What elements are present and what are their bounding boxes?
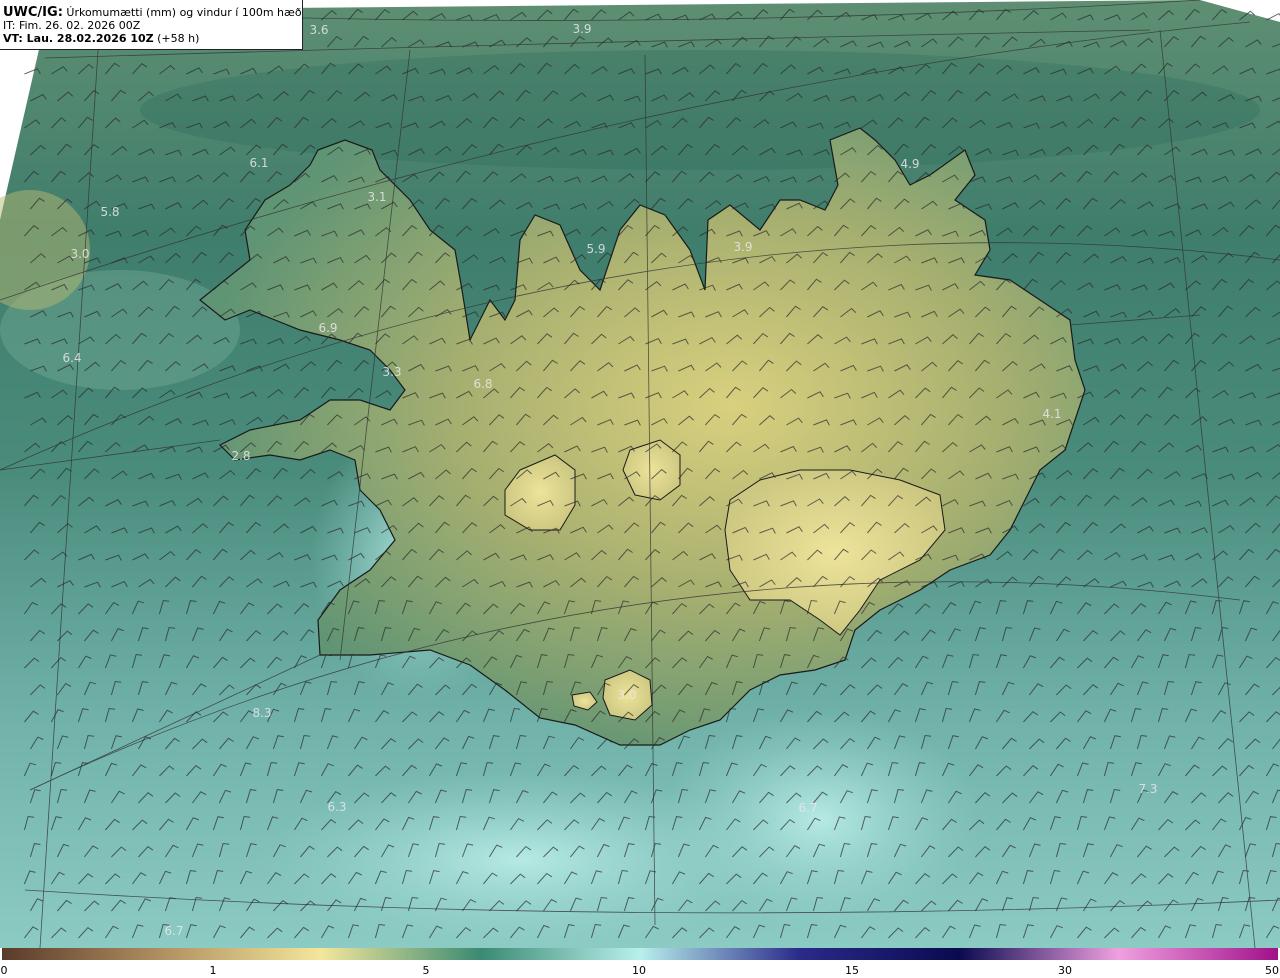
precip-value-label: 4.9: [900, 157, 919, 171]
wind-barb: [1266, 12, 1280, 21]
precip-value-label: 3.0: [70, 247, 89, 261]
colorbar-tick-label: 10: [632, 964, 646, 977]
precip-value-label: 7.3: [1138, 782, 1157, 796]
precip-value-label: 5.9: [586, 242, 605, 256]
forecast-offset: (+58 h): [157, 32, 200, 45]
precip-value-label: 6.7: [798, 801, 817, 815]
precip-value-label: 6.3: [327, 800, 346, 814]
map-title: Úrkomumætti (mm) og vindur í 100m hæð: [66, 6, 302, 19]
precip-value-label: 4.1: [1042, 407, 1061, 421]
precip-value-label: 3.6: [309, 23, 328, 37]
valid-time: VT: Lau. 28.02.2026 10Z: [3, 32, 154, 45]
colorbar-strip: [2, 948, 1278, 960]
precip-value-label: 6.1: [249, 156, 268, 170]
colorbar-tick-label: 15: [845, 964, 859, 977]
precip-value-label: 3.0: [617, 688, 636, 702]
colorbar-tick-label: 30: [1058, 964, 1072, 977]
colorbar-tick-label: 1: [209, 964, 217, 977]
precip-value-label: 5.8: [100, 205, 119, 219]
precip-value-label: 2.8: [231, 449, 250, 463]
precip-value-label: 3.3: [382, 365, 401, 379]
init-time: IT: Fim. 26. 02. 2026 00Z: [3, 19, 141, 32]
model-name: UWC/IG:: [3, 5, 63, 20]
precip-value-label: 6.9: [318, 321, 337, 335]
weather-map[interactable]: 3.6 3.9 6.1 4.9 3.1 5.8 5.9 3.9 3.0 6.9 6.4 3.3 6.8 4…: [0, 0, 1280, 948]
map-info-box: UWC/IG: Úrkomumætti (mm) og vindur í 100…: [0, 0, 303, 50]
precip-value-label: 3.9: [572, 22, 591, 36]
precip-value-label: 6.4: [62, 351, 81, 365]
colorbar-tick-label: 50: [1265, 964, 1279, 977]
colorbar: 0 1 5 10 15 30 50: [0, 948, 1280, 978]
colorbar-tick-label: 5: [422, 964, 430, 977]
precip-value-label: 6.7: [164, 924, 183, 938]
sea-dark-band: [140, 50, 1260, 170]
colorbar-tick-label: 0: [0, 964, 8, 977]
precip-value-label: 8.3: [252, 706, 271, 720]
precip-value-label: 6.8: [473, 377, 492, 391]
precip-value-label: 3.9: [733, 240, 752, 254]
precip-value-label: 3.1: [367, 190, 386, 204]
